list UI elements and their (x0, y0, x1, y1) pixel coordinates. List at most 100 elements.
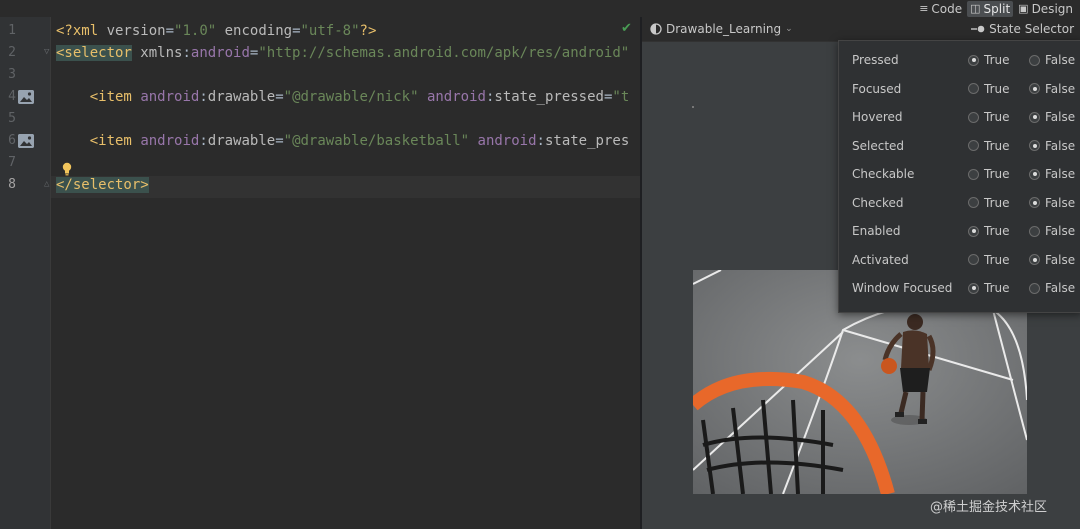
image-icon: ▣ (1018, 2, 1029, 15)
state-checkable-false-radio[interactable]: False (1029, 167, 1075, 181)
radio-icon (1029, 254, 1040, 265)
radio-label: False (1045, 252, 1076, 267)
radio-label: True (984, 195, 1010, 210)
radio-label: True (984, 138, 1010, 153)
code-token: <selector (56, 45, 132, 61)
drawable-preview-image-icon[interactable] (18, 90, 34, 104)
radio-icon (1029, 140, 1040, 151)
state-checked-false-radio[interactable]: False (1029, 196, 1075, 210)
code-line[interactable]: <?xml version="1.0" encoding="utf-8"?> (56, 20, 376, 42)
line-number: 7 (8, 155, 16, 170)
no-problems-check-icon: ✔ (621, 21, 632, 36)
radio-label: True (984, 81, 1010, 96)
state-hovered-false-radio[interactable]: False (1029, 110, 1075, 124)
state-focused-true-radio[interactable]: True (968, 82, 1010, 96)
line-number: 5 (8, 111, 16, 126)
radio-icon (968, 254, 979, 265)
code-token: xmlns (140, 45, 183, 61)
state-enabled-true-radio[interactable]: True (968, 224, 1010, 238)
state-selector-button[interactable]: State Selector (971, 22, 1074, 36)
code-text-area[interactable]: <?xml version="1.0" encoding="utf-8"?> <s… (56, 17, 640, 529)
code-token: <item (89, 133, 132, 149)
state-row-activated: Activated True False (839, 244, 1080, 272)
state-selected-true-radio[interactable]: True (968, 139, 1010, 153)
code-token: <?xml (56, 23, 107, 39)
watermark-text: @稀土掘金技术社区 (930, 500, 1048, 515)
radio-label: False (1045, 110, 1076, 124)
line-number: 6 (8, 133, 16, 148)
line-number-gutter: 1 2 3 4 5 6 7 8 ▽ △ (0, 17, 51, 529)
state-row-hovered: Hovered True False (839, 101, 1080, 129)
state-row-window-focused: Window Focused True False (839, 272, 1080, 300)
lightbulb-icon[interactable] (62, 162, 72, 176)
state-selector-popup: Pressed True False Focused True False Hovered T… (838, 40, 1080, 313)
state-selected-false-radio[interactable]: False (1029, 139, 1075, 153)
radio-label: False (1045, 195, 1076, 210)
state-window-focused-true-radio[interactable]: True (968, 281, 1010, 295)
radio-icon (1029, 168, 1040, 180)
state-row-pressed: Pressed True False (839, 44, 1080, 72)
code-token: = (275, 133, 284, 149)
radio-label: True (984, 53, 1010, 67)
state-focused-false-radio[interactable]: False (1029, 82, 1075, 96)
state-activated-false-radio[interactable]: False (1029, 253, 1075, 267)
radio-icon (1029, 54, 1040, 66)
view-mode-label: Split (983, 1, 1011, 16)
code-line[interactable]: </selector> (56, 174, 149, 196)
line-number: 4 (8, 89, 16, 104)
radio-icon (968, 111, 979, 123)
code-token: "1.0" (174, 23, 217, 39)
radio-label: False (1045, 224, 1076, 238)
chevron-down-icon: ⌄ (785, 24, 793, 34)
drawable-preview-image-icon[interactable] (18, 134, 34, 148)
state-label: Selected (852, 138, 905, 153)
radio-label: False (1045, 167, 1076, 181)
code-line[interactable]: <item android:drawable="@drawable/nick" … (56, 86, 630, 108)
state-row-focused: Focused True False (839, 73, 1080, 101)
code-token: state_pressed (494, 89, 604, 105)
radio-icon (1029, 225, 1040, 237)
radio-label: True (984, 281, 1010, 295)
theme-selector[interactable]: Drawable_Learning ⌄ (650, 22, 793, 36)
fold-marker-icon[interactable]: ▽ (44, 48, 53, 57)
radio-icon (968, 54, 979, 66)
code-token: drawable (207, 133, 276, 149)
state-enabled-false-radio[interactable]: False (1029, 224, 1075, 238)
view-mode-code-button[interactable]: ≡ Code (916, 1, 965, 17)
state-row-enabled: Enabled True False (839, 215, 1080, 243)
radio-label: True (984, 110, 1010, 124)
state-pressed-false-radio[interactable]: False (1029, 53, 1075, 67)
radio-label: True (984, 252, 1010, 267)
state-row-checkable: Checkable True False (839, 158, 1080, 186)
radio-icon (968, 197, 979, 208)
state-row-selected: Selected True False (839, 130, 1080, 158)
code-token: = (275, 89, 284, 105)
state-checked-true-radio[interactable]: True (968, 196, 1010, 210)
radio-icon (968, 282, 979, 294)
state-checkable-true-radio[interactable]: True (968, 167, 1010, 181)
code-editor[interactable]: 1 2 3 4 5 6 7 8 ▽ △ <?xml version="1.0" encoding=… (0, 17, 640, 529)
state-window-focused-false-radio[interactable]: False (1029, 281, 1075, 295)
code-token: : (199, 89, 208, 105)
view-mode-split-button[interactable]: ◫ Split (967, 0, 1014, 17)
radio-label: True (984, 224, 1010, 238)
view-mode-design-button[interactable]: ▣ Design (1015, 1, 1076, 17)
radio-icon (1029, 282, 1040, 294)
code-token: android (140, 133, 200, 149)
preview-toolbar: Drawable_Learning ⌄ State Selector (642, 17, 1080, 42)
code-token: : (536, 133, 545, 149)
radio-icon (968, 168, 979, 180)
state-activated-true-radio[interactable]: True (968, 253, 1010, 267)
view-mode-bar: ≡ Code ◫ Split ▣ Design (0, 0, 1080, 17)
view-mode-switcher: ≡ Code ◫ Split ▣ Design (916, 0, 1076, 17)
code-token: : (199, 133, 208, 149)
code-line[interactable]: <item android:drawable="@drawable/basket… (56, 130, 630, 152)
code-line[interactable]: <selector xmlns:android="http://schemas.… (56, 42, 629, 64)
code-token: "utf-8" (300, 23, 360, 39)
line-number: 8 (8, 177, 16, 192)
state-hovered-true-radio[interactable]: True (968, 110, 1010, 124)
state-pressed-true-radio[interactable]: True (968, 53, 1010, 67)
